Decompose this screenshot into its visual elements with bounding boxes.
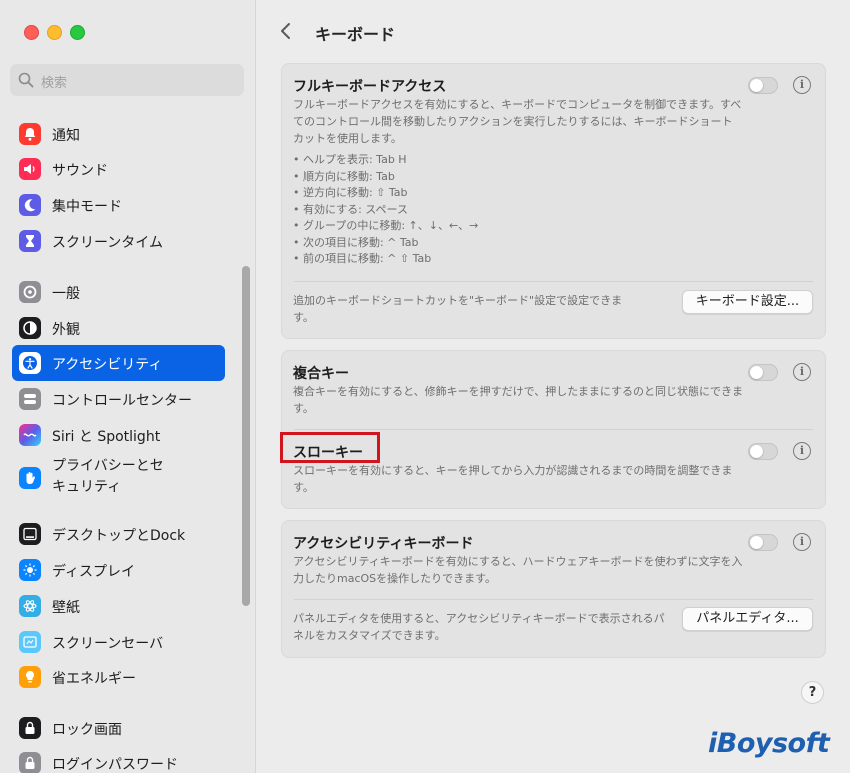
slow-keys-highlight-box (280, 432, 380, 463)
full-keyboard-access-toggle[interactable] (748, 77, 778, 94)
sticky-keys-title: 複合キー (293, 366, 349, 382)
sidebar-item-login-password[interactable]: ログインパスワード (12, 745, 225, 773)
sidebar-item-privacy-security[interactable]: プライバシーとセキュリティ (12, 455, 225, 501)
divider (294, 429, 813, 430)
sidebar-item-appearance[interactable]: 外観 (12, 310, 225, 346)
shortcut-item: • 次の項目に移動: ^ Tab (293, 235, 419, 249)
shortcut-item: • ヘルプを表示: Tab H (293, 153, 407, 166)
password-icon (19, 752, 41, 773)
sidebar: 検索 通知 サウンド 集中モード スクリーンタイム 一般 外観 アクセシビリティ… (0, 0, 256, 773)
search-field[interactable]: 検索 (10, 64, 244, 96)
iboysoft-watermark: iBoysoft (708, 728, 830, 759)
siri-icon (19, 424, 41, 446)
full-keyboard-access-title: フルキーボードアクセス (293, 79, 447, 95)
sticky-keys-description: 複合キーを有効にすると、修飾キーを押すだけで、押したままにするのと同じ状態にでき… (293, 385, 744, 415)
divider (294, 599, 813, 600)
slow-keys-description: スローキーを有効にすると、キーを押してから入力が認識されるまでの時間を調整できま… (293, 464, 733, 494)
slow-keys-info-icon[interactable]: i (793, 442, 811, 460)
shortcut-item: • 逆方向に移動: ⇧ Tab (293, 186, 408, 199)
sidebar-item-notifications[interactable]: 通知 (12, 116, 225, 152)
accessibility-keyboard-toggle[interactable] (748, 534, 778, 551)
zoom-window-button[interactable] (70, 25, 85, 40)
back-button[interactable] (278, 22, 294, 40)
sidebar-item-lock-screen[interactable]: ロック画面 (12, 710, 225, 746)
gear-icon (19, 281, 41, 303)
divider (294, 281, 813, 282)
sidebar-item-screen-saver[interactable]: スクリーンセーバ (12, 624, 225, 660)
sidebar-item-wallpaper[interactable]: 壁紙 (12, 588, 225, 624)
hourglass-icon (19, 230, 41, 252)
shortcut-item: • 有効にする: スペース (293, 202, 408, 216)
page-title: キーボード (315, 25, 396, 44)
sticky-keys-info-icon[interactable]: i (793, 363, 811, 381)
chevron-left-icon (281, 23, 290, 39)
sidebar-item-control-center[interactable]: コントロールセンター (12, 381, 225, 417)
dock-icon (19, 523, 41, 545)
accessibility-keyboard-title: アクセシビリティキーボード (293, 536, 474, 552)
keyboard-settings-footer: 追加のキーボードショートカットを"キーボード"設定で設定できます。 (293, 294, 623, 324)
shortcut-item: • グループの中に移動: ↑、↓、←、→ (293, 219, 479, 232)
full-keyboard-access-info-icon[interactable]: i (793, 76, 811, 94)
shortcut-list: • ヘルプを表示: Tab H • 順方向に移動: Tab • 逆方向に移動: … (293, 152, 693, 268)
lock-icon (19, 717, 41, 739)
sidebar-item-screen-time[interactable]: スクリーンタイム (12, 223, 225, 259)
sun-icon (19, 559, 41, 581)
screensaver-icon (19, 631, 41, 653)
panel-editor-footer: パネルエディタを使用すると、アクセシビリティキーボードで表示されるパネルをカスタ… (293, 612, 665, 642)
sidebar-item-energy-saver[interactable]: 省エネルギー (12, 659, 225, 695)
search-placeholder: 検索 (41, 76, 68, 91)
help-button[interactable]: ? (801, 681, 824, 704)
sidebar-item-sound[interactable]: サウンド (12, 151, 225, 187)
full-keyboard-access-description: フルキーボードアクセスを有効にすると、キーボードでコンピュータを制御できます。す… (293, 98, 742, 145)
sidebar-item-displays[interactable]: ディスプレイ (12, 552, 225, 588)
sidebar-item-general[interactable]: 一般 (12, 274, 225, 310)
sidebar-item-accessibility[interactable]: アクセシビリティ (12, 345, 225, 381)
accessibility-keyboard-card: アクセシビリティキーボード i アクセシビリティキーボードを有効にすると、ハード… (281, 520, 826, 658)
slow-keys-toggle[interactable] (748, 443, 778, 460)
modifier-keys-card: 複合キー i 複合キーを有効にすると、修飾キーを押すだけで、押したままにするのと… (281, 350, 826, 509)
accessibility-icon (19, 352, 41, 374)
accessibility-keyboard-description: アクセシビリティキーボードを有効にすると、ハードウェアキーボードを使わずに文字を… (293, 555, 743, 585)
sidebar-scrollbar[interactable] (242, 266, 250, 606)
search-icon (17, 71, 35, 89)
accessibility-keyboard-info-icon[interactable]: i (793, 533, 811, 551)
control-center-icon (19, 388, 41, 410)
minimize-window-button[interactable] (47, 25, 62, 40)
full-keyboard-access-card: フルキーボードアクセス i フルキーボードアクセスを有効にすると、キーボードでコ… (281, 63, 826, 339)
keyboard-settings-button[interactable]: キーボード設定... (682, 290, 813, 314)
shortcut-item: • 前の項目に移動: ^ ⇧ Tab (293, 252, 432, 265)
shortcut-item: • 順方向に移動: Tab (293, 169, 395, 183)
appearance-icon (19, 317, 41, 339)
sidebar-item-siri-spotlight[interactable]: Siri と Spotlight (12, 417, 225, 453)
panel-editor-button[interactable]: パネルエディタ... (682, 607, 813, 631)
speaker-icon (19, 158, 41, 180)
flower-icon (19, 595, 41, 617)
sidebar-item-focus[interactable]: 集中モード (12, 187, 225, 223)
moon-icon (19, 194, 41, 216)
hand-icon (19, 467, 41, 489)
bulb-icon (19, 666, 41, 688)
sticky-keys-toggle[interactable] (748, 364, 778, 381)
sidebar-item-desktop-dock[interactable]: デスクトップとDock (12, 516, 225, 552)
bell-icon (19, 123, 41, 145)
close-window-button[interactable] (24, 25, 39, 40)
settings-window: 検索 通知 サウンド 集中モード スクリーンタイム 一般 外観 アクセシビリティ… (0, 0, 850, 773)
